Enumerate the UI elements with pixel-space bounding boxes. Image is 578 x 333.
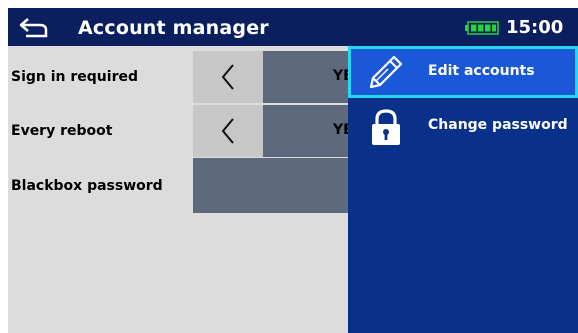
every-reboot-label: Every reboot <box>11 123 113 139</box>
options-menu: Edit accounts Change password <box>348 46 578 333</box>
sign-in-required-value-cell[interactable]: YES <box>263 51 363 103</box>
page-title: Account manager <box>78 17 269 39</box>
lock-icon <box>372 109 400 145</box>
clock: 15:00 <box>506 17 564 38</box>
title-bar: Account manager 15:00 <box>8 8 578 46</box>
back-arrow-icon[interactable] <box>18 16 52 38</box>
blackbox-password-field[interactable] <box>193 158 348 213</box>
edit-accounts-menu-item[interactable]: Edit accounts <box>348 46 578 98</box>
blackbox-password-label: Blackbox password <box>11 178 163 194</box>
chevron-left-icon <box>221 118 234 144</box>
chevron-left-icon <box>221 64 234 90</box>
change-password-menu-item[interactable]: Change password <box>348 100 578 152</box>
screen: Account manager 15:00 Sign in required Y… <box>8 8 578 333</box>
pencil-icon <box>369 55 403 89</box>
sign-in-required-label: Sign in required <box>11 69 138 85</box>
edit-accounts-label: Edit accounts <box>428 63 535 79</box>
battery-full-icon <box>465 21 499 35</box>
every-reboot-prev-button[interactable] <box>193 105 263 157</box>
sign-in-required-prev-button[interactable] <box>193 51 263 103</box>
change-password-label: Change password <box>428 117 568 133</box>
every-reboot-value-cell[interactable]: YES <box>263 105 363 157</box>
